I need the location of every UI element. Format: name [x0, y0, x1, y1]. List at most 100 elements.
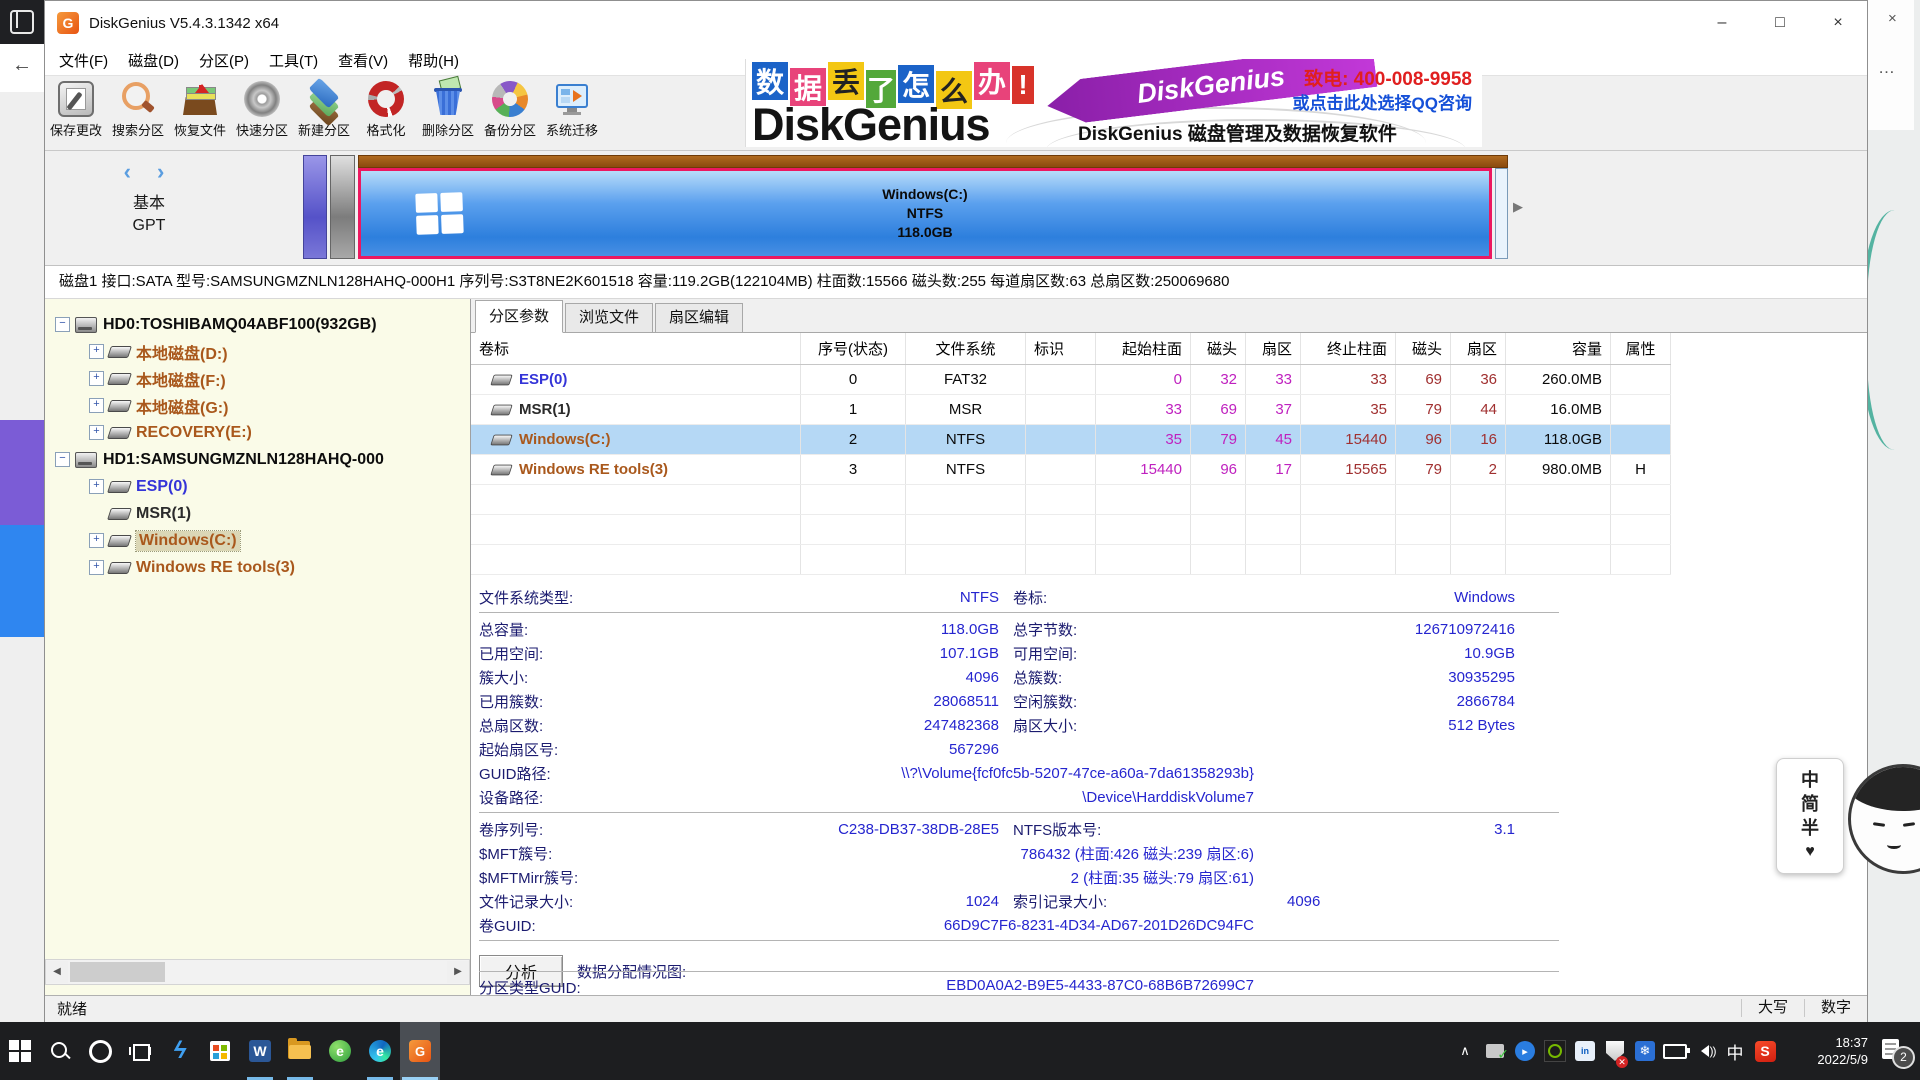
expand-icon[interactable]: +	[89, 371, 104, 386]
collapse-icon[interactable]: −	[55, 317, 70, 332]
taskbar-app-edge[interactable]: e	[360, 1022, 400, 1080]
scroll-left-icon[interactable]: ◀	[46, 961, 68, 983]
tray-defender[interactable]: ✕	[1600, 1022, 1630, 1080]
taskbar-clock[interactable]: 18:37 2022/5/9	[1784, 1034, 1868, 1068]
action-center-button[interactable]: 2	[1876, 1022, 1920, 1080]
expand-icon[interactable]: +	[89, 560, 104, 575]
expand-icon[interactable]: +	[89, 398, 104, 413]
tray-ime-indicator[interactable]: 中	[1720, 1022, 1750, 1080]
search-partition-button[interactable]: 搜索分区	[107, 76, 169, 148]
tree-item-disk-g[interactable]: + 本地磁盘(G:)	[45, 392, 470, 419]
tray-messenger[interactable]: ▸	[1510, 1022, 1540, 1080]
col-header[interactable]: 标识	[1026, 333, 1096, 364]
expand-icon[interactable]: +	[89, 479, 104, 494]
col-header[interactable]: 扇区	[1451, 333, 1506, 364]
tree-item-hd0[interactable]: − HD0:TOSHIBAMQ04ABF100(932GB)	[45, 311, 470, 338]
tray-volume[interactable]: ))	[1690, 1022, 1720, 1080]
partition-segment-re-tools[interactable]	[1495, 168, 1508, 259]
scroll-right-icon[interactable]: ▶	[447, 961, 469, 983]
menu-tools[interactable]: 工具(T)	[259, 50, 328, 71]
tray-chevron-button[interactable]: ∧	[1450, 1022, 1480, 1080]
col-header[interactable]: 序号(状态)	[801, 333, 906, 364]
partition-segment-msr[interactable]	[330, 155, 355, 259]
minimize-button[interactable]: –	[1693, 1, 1751, 45]
tree-item-disk-d[interactable]: + 本地磁盘(D:)	[45, 338, 470, 365]
tree-item-windows-re-tools[interactable]: + Windows RE tools(3)	[45, 554, 470, 581]
col-header[interactable]: 扇区	[1246, 333, 1301, 364]
table-row-msr[interactable]: MSR(1) 1 MSR 33 69 37 35 79 44 16.0MB	[471, 395, 1671, 425]
new-partition-button[interactable]: 新建分区	[293, 76, 355, 148]
partition-segment-windows-c[interactable]: Windows(C:) NTFS 118.0GB	[358, 168, 1492, 259]
menu-partition[interactable]: 分区(P)	[189, 50, 259, 71]
background-close-icon[interactable]: ×	[1888, 10, 1897, 27]
tree-item-windows-c[interactable]: + Windows(C:)	[45, 527, 470, 554]
maximize-button[interactable]: □	[1751, 1, 1809, 45]
table-row-windows-re-tools[interactable]: Windows RE tools(3) 3 NTFS 15440 96 17 1…	[471, 455, 1671, 485]
table-row-esp[interactable]: ESP(0) 0 FAT32 0 32 33 33 69 36 260.0MB	[471, 365, 1671, 395]
taskbar-app-word[interactable]: W	[240, 1022, 280, 1080]
col-header[interactable]: 磁头	[1396, 333, 1451, 364]
partition-segment-esp[interactable]	[303, 155, 327, 259]
ad-banner[interactable]: 数 据 丢 了 怎 么 办 ! DiskGenius DiskGenius 致电…	[745, 59, 1482, 147]
tray-nvidia[interactable]	[1540, 1022, 1570, 1080]
menu-disk[interactable]: 磁盘(D)	[118, 50, 189, 71]
tray-printer[interactable]: ✓	[1480, 1022, 1510, 1080]
col-header[interactable]: 终止柱面	[1301, 333, 1396, 364]
taskbar-app-explorer[interactable]	[280, 1022, 320, 1080]
col-header[interactable]: 起始柱面	[1096, 333, 1191, 364]
tree-horizontal-scrollbar[interactable]: ◀ ▶	[45, 959, 470, 985]
tray-intel-graphics[interactable]: in	[1570, 1022, 1600, 1080]
tab-browse-files[interactable]: 浏览文件	[565, 303, 653, 332]
format-button[interactable]: 格式化	[355, 76, 417, 148]
backup-partition-button[interactable]: 备份分区	[479, 76, 541, 148]
menu-file[interactable]: 文件(F)	[49, 50, 118, 71]
tray-sogou[interactable]: S	[1750, 1022, 1780, 1080]
table-row-windows-c-selected[interactable]: Windows(C:) 2 NTFS 35 79 45 15440 96 16 …	[471, 425, 1671, 455]
bar-scroll-right-icon[interactable]: ▶	[1513, 199, 1523, 215]
tree-item-recovery-e[interactable]: + RECOVERY(E:)	[45, 419, 470, 446]
menu-view[interactable]: 查看(V)	[328, 50, 398, 71]
scroll-thumb[interactable]	[70, 962, 165, 982]
quick-partition-button[interactable]: 快速分区	[231, 76, 293, 148]
tab-partition-params[interactable]: 分区参数	[475, 300, 563, 333]
taskbar-app-diskgenius-active[interactable]: G	[400, 1022, 440, 1080]
col-header[interactable]: 容量	[1506, 333, 1611, 364]
ime-mode-halfwidth[interactable]: 半	[1801, 816, 1819, 840]
more-icon[interactable]: …	[1878, 58, 1896, 78]
expand-icon[interactable]: +	[89, 533, 104, 548]
task-view-button[interactable]	[120, 1022, 160, 1080]
col-header[interactable]: 磁头	[1191, 333, 1246, 364]
collapse-icon[interactable]: −	[55, 452, 70, 467]
tray-snowflake-app[interactable]: ❄	[1630, 1022, 1660, 1080]
tree-item-esp[interactable]: + ESP(0)	[45, 473, 470, 500]
ime-mode-chinese[interactable]: 中	[1801, 768, 1819, 792]
menu-help[interactable]: 帮助(H)	[398, 50, 469, 71]
tree-item-msr[interactable]: MSR(1)	[45, 500, 470, 527]
save-changes-button[interactable]: 保存更改	[45, 76, 107, 148]
tree-item-disk-f[interactable]: + 本地磁盘(F:)	[45, 365, 470, 392]
ime-status-panel[interactable]: 中 简 半 ♥	[1776, 758, 1844, 874]
taskbar-app-store[interactable]	[200, 1022, 240, 1080]
col-header[interactable]: 属性	[1611, 333, 1671, 364]
cortana-button[interactable]	[80, 1022, 120, 1080]
tab-sector-edit[interactable]: 扇区编辑	[655, 303, 743, 332]
recover-files-button[interactable]: 恢复文件	[169, 76, 231, 148]
delete-partition-button[interactable]: 删除分区	[417, 76, 479, 148]
expand-icon[interactable]: +	[89, 344, 104, 359]
col-header[interactable]: 卷标	[471, 333, 801, 364]
start-button[interactable]	[0, 1022, 40, 1080]
ime-mode-simplified[interactable]: 简	[1801, 792, 1819, 816]
ad-qq-link[interactable]: 或点击此处选择QQ咨询	[1293, 89, 1472, 114]
expand-icon[interactable]: +	[89, 425, 104, 440]
tree-item-hd1[interactable]: − HD1:SAMSUNGMZNLN128HAHQ-000	[45, 446, 470, 473]
back-arrow-icon[interactable]: ←	[12, 54, 32, 77]
disk-nav-arrows[interactable]: ‹ ›	[89, 159, 209, 185]
close-button[interactable]: ×	[1809, 1, 1867, 45]
col-header[interactable]: 文件系统	[906, 333, 1026, 364]
taskbar-app-browser360[interactable]: e	[320, 1022, 360, 1080]
taskbar-search-button[interactable]	[40, 1022, 80, 1080]
system-migrate-button[interactable]: 系统迁移	[541, 76, 603, 148]
heart-icon[interactable]: ♥	[1805, 840, 1815, 864]
taskbar-app-lightning[interactable]: ϟ	[160, 1022, 200, 1080]
tray-power[interactable]	[1660, 1022, 1690, 1080]
